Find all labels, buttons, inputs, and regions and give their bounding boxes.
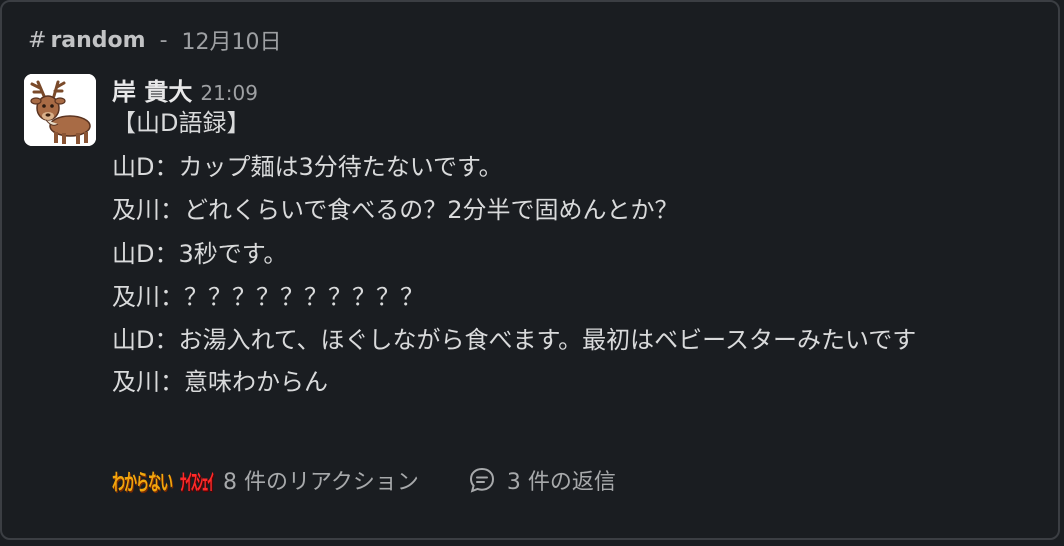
- channel-hash[interactable]: #: [28, 28, 46, 53]
- reindeer-avatar-icon: [24, 74, 96, 146]
- message-date[interactable]: 12月10日: [182, 24, 282, 56]
- channel-header: # random - 12月10日: [28, 24, 282, 56]
- message-footer: わからない ﾅｲｽｼｪｲ 8 件のリアクション 3 件の返信: [112, 464, 616, 496]
- reactions-link[interactable]: 8 件のリアクション: [223, 464, 419, 496]
- nice-shei-stamp[interactable]: ﾅｲｽｼｪｲ: [180, 464, 214, 497]
- message-body: 【山D語録】 山D：カップ麺は3分待たないです。 及川：どれくらいで食べるの？2…: [112, 102, 1012, 404]
- avatar[interactable]: [24, 74, 96, 146]
- message-line: 及川：意味わからん: [112, 367, 328, 396]
- message-line: 【山D語録】: [112, 109, 251, 137]
- channel-name-link[interactable]: random: [50, 28, 145, 53]
- message-line: 及川：どれくらいで食べるの？2分半で固めんとか？: [112, 196, 679, 224]
- comment-icon[interactable]: [467, 465, 497, 495]
- wakaranai-stamp[interactable]: わからない: [112, 464, 173, 497]
- message-card: # random - 12月10日 岸 貴大 21:09 【山D語録】 山D：カ…: [0, 0, 1060, 540]
- message-line: 山D：お湯入れて、ほぐしながら食べます。最初はベビースターみたいです: [112, 325, 917, 354]
- message-line: 山D：カップ麺は3分待たないです。: [112, 152, 503, 181]
- message-line: 及川：？？？？？？？？？？: [112, 283, 424, 311]
- message-line: 山D：3秒です。: [112, 239, 288, 268]
- header-separator: -: [159, 27, 168, 53]
- replies-link[interactable]: 3 件の返信: [507, 464, 616, 496]
